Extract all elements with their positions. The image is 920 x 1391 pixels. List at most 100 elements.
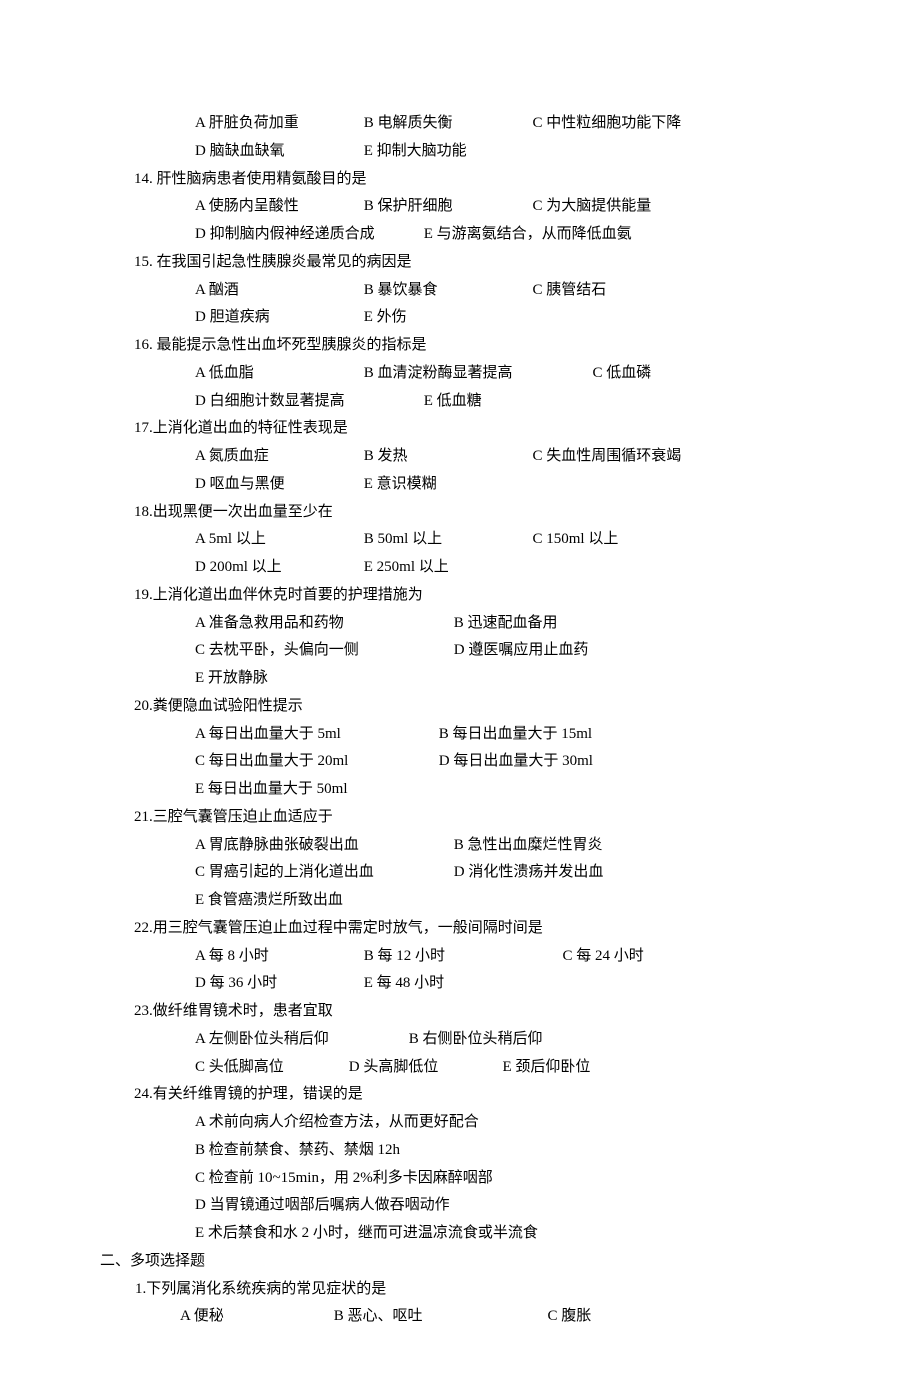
question-15-options: A 酗酒 B 暴饮暴食 C 胰管结石: [100, 277, 860, 305]
option-b: B 迅速配血备用: [454, 610, 558, 638]
question-17-stem: 17.上消化道出血的特征性表现是: [100, 415, 860, 443]
option-b: B 暴饮暴食: [364, 277, 529, 305]
question-21-options-row2: C 胃癌引起的上消化道出血 D 消化性溃疡并发出血: [100, 859, 860, 887]
option-b: B 50ml 以上: [364, 526, 529, 554]
option-c: C 头低脚高位: [195, 1054, 345, 1082]
question-19-options: A 准备急救用品和药物 B 迅速配血备用: [100, 610, 860, 638]
question-14-stem: 14. 肝性脑病患者使用精氨酸目的是: [100, 166, 860, 194]
option-e: E 开放静脉: [195, 665, 268, 693]
option-c: C 低血磷: [593, 360, 652, 388]
option-e: E 抑制大脑功能: [364, 138, 467, 166]
question-20-stem: 20.粪便隐血试验阳性提示: [100, 693, 860, 721]
question-19-options-row2: C 去枕平卧，头偏向一侧 D 遵医嘱应用止血药: [100, 637, 860, 665]
option-e: E 每日出血量大于 50ml: [195, 776, 348, 804]
section2-question-1-stem: 1.下列属消化系统疾病的常见症状的是: [100, 1276, 860, 1304]
option-d: D 遵医嘱应用止血药: [454, 637, 589, 665]
question-18-options: A 5ml 以上 B 50ml 以上 C 150ml 以上: [100, 526, 860, 554]
question-23-options-row2: C 头低脚高位 D 头高脚低位 E 颈后仰卧位: [100, 1054, 860, 1082]
option-e: E 外伤: [364, 304, 407, 332]
option-d: D 每 36 小时: [195, 970, 360, 998]
option-a: A 低血脂: [195, 360, 360, 388]
option-e: E 低血糖: [424, 388, 482, 416]
option-d: D 抑制脑内假神经递质合成: [195, 221, 420, 249]
option-b: B 恶心、呕吐: [334, 1303, 544, 1331]
option-a: A 5ml 以上: [195, 526, 360, 554]
option-d: D 200ml 以上: [195, 554, 360, 582]
option-b: B 保护肝细胞: [364, 193, 529, 221]
option-c: C 胃癌引起的上消化道出血: [195, 859, 450, 887]
question-22-options-row2: D 每 36 小时 E 每 48 小时: [100, 970, 860, 998]
option-c: C 每 24 小时: [563, 943, 644, 971]
option-d: D 每日出血量大于 30ml: [439, 748, 593, 776]
option-e: E 每 48 小时: [364, 970, 444, 998]
question-18-options-row2: D 200ml 以上 E 250ml 以上: [100, 554, 860, 582]
option-a: A 便秘: [180, 1303, 330, 1331]
option-c: C 中性粒细胞功能下降: [533, 110, 682, 138]
option-a: A 氮质血症: [195, 443, 360, 471]
question-23-stem: 23.做纤维胃镜术时，患者宜取: [100, 998, 860, 1026]
option-d: D 头高脚低位: [349, 1054, 499, 1082]
question-22-options: A 每 8 小时 B 每 12 小时 C 每 24 小时: [100, 943, 860, 971]
question-16-options-row2: D 白细胞计数显著提高 E 低血糖: [100, 388, 860, 416]
question-15-stem: 15. 在我国引起急性胰腺炎最常见的病因是: [100, 249, 860, 277]
option-b: B 急性出血糜烂性胃炎: [454, 832, 603, 860]
option-c: C 每日出血量大于 20ml: [195, 748, 435, 776]
option-e: E 与游离氨结合，从而降低血氨: [424, 221, 632, 249]
option-c: C 腹胀: [548, 1303, 592, 1331]
option-c: C 失血性周围循环衰竭: [533, 443, 682, 471]
question-14-options: A 使肠内呈酸性 B 保护肝细胞 C 为大脑提供能量: [100, 193, 860, 221]
question-21-options-row3: E 食管癌溃烂所致出血: [100, 887, 860, 915]
question-18-stem: 18.出现黑便一次出血量至少在: [100, 499, 860, 527]
option-d: D 白细胞计数显著提高: [195, 388, 420, 416]
option-c: C 胰管结石: [533, 277, 607, 305]
question-23-options: A 左侧卧位头稍后仰 B 右侧卧位头稍后仰: [100, 1026, 860, 1054]
option-e: E 意识模糊: [364, 471, 437, 499]
option-b: B 发热: [364, 443, 529, 471]
question-20-options-row3: E 每日出血量大于 50ml: [100, 776, 860, 804]
option-a: A 每日出血量大于 5ml: [195, 721, 435, 749]
question-24-option-b: B 检查前禁食、禁药、禁烟 12h: [100, 1137, 860, 1165]
option-c: C 为大脑提供能量: [533, 193, 652, 221]
section2-question-1-options: A 便秘 B 恶心、呕吐 C 腹胀: [100, 1303, 860, 1331]
question-19-options-row3: E 开放静脉: [100, 665, 860, 693]
question-20-options-row2: C 每日出血量大于 20ml D 每日出血量大于 30ml: [100, 748, 860, 776]
document-page: A 肝脏负荷加重 B 电解质失衡 C 中性粒细胞功能下降 D 脑缺血缺氧 E 抑…: [0, 0, 920, 1391]
option-e: E 250ml 以上: [364, 554, 449, 582]
question-24-option-e: E 术后禁食和水 2 小时，继而可进温凉流食或半流食: [100, 1220, 860, 1248]
option-d: D 胆道疾病: [195, 304, 360, 332]
question-24-option-d: D 当胃镜通过咽部后嘱病人做吞咽动作: [100, 1192, 860, 1220]
option-d: D 呕血与黑便: [195, 471, 360, 499]
question-14-options-row2: D 抑制脑内假神经递质合成 E 与游离氨结合，从而降低血氨: [100, 221, 860, 249]
question-21-stem: 21.三腔气囊管压迫止血适应于: [100, 804, 860, 832]
option-b: B 血清淀粉酶显著提高: [364, 360, 589, 388]
question-24-stem: 24.有关纤维胃镜的护理，错误的是: [100, 1081, 860, 1109]
option-a: A 使肠内呈酸性: [195, 193, 360, 221]
option-a: A 左侧卧位头稍后仰: [195, 1026, 405, 1054]
question-13-options: A 肝脏负荷加重 B 电解质失衡 C 中性粒细胞功能下降: [100, 110, 860, 138]
question-17-options: A 氮质血症 B 发热 C 失血性周围循环衰竭: [100, 443, 860, 471]
question-13-options-row2: D 脑缺血缺氧 E 抑制大脑功能: [100, 138, 860, 166]
option-b: B 右侧卧位头稍后仰: [409, 1026, 543, 1054]
option-b: B 每 12 小时: [364, 943, 559, 971]
option-d: D 脑缺血缺氧: [195, 138, 360, 166]
question-16-stem: 16. 最能提示急性出血坏死型胰腺炎的指标是: [100, 332, 860, 360]
question-15-options-row2: D 胆道疾病 E 外伤: [100, 304, 860, 332]
option-a: A 肝脏负荷加重: [195, 110, 360, 138]
question-20-options: A 每日出血量大于 5ml B 每日出血量大于 15ml: [100, 721, 860, 749]
option-e: E 颈后仰卧位: [503, 1054, 591, 1082]
question-19-stem: 19.上消化道出血伴休克时首要的护理措施为: [100, 582, 860, 610]
question-21-options: A 胃底静脉曲张破裂出血 B 急性出血糜烂性胃炎: [100, 832, 860, 860]
question-22-stem: 22.用三腔气囊管压迫止血过程中需定时放气，一般间隔时间是: [100, 915, 860, 943]
question-17-options-row2: D 呕血与黑便 E 意识模糊: [100, 471, 860, 499]
option-a: A 准备急救用品和药物: [195, 610, 450, 638]
option-b: B 电解质失衡: [364, 110, 529, 138]
option-a: A 胃底静脉曲张破裂出血: [195, 832, 450, 860]
option-a: A 每 8 小时: [195, 943, 360, 971]
option-a: A 酗酒: [195, 277, 360, 305]
question-16-options: A 低血脂 B 血清淀粉酶显著提高 C 低血磷: [100, 360, 860, 388]
question-24-option-a: A 术前向病人介绍检查方法，从而更好配合: [100, 1109, 860, 1137]
section-2-title: 二、多项选择题: [100, 1248, 860, 1276]
option-c: C 150ml 以上: [533, 526, 619, 554]
option-b: B 每日出血量大于 15ml: [439, 721, 592, 749]
question-24-option-c: C 检查前 10~15min，用 2%利多卡因麻醉咽部: [100, 1165, 860, 1193]
